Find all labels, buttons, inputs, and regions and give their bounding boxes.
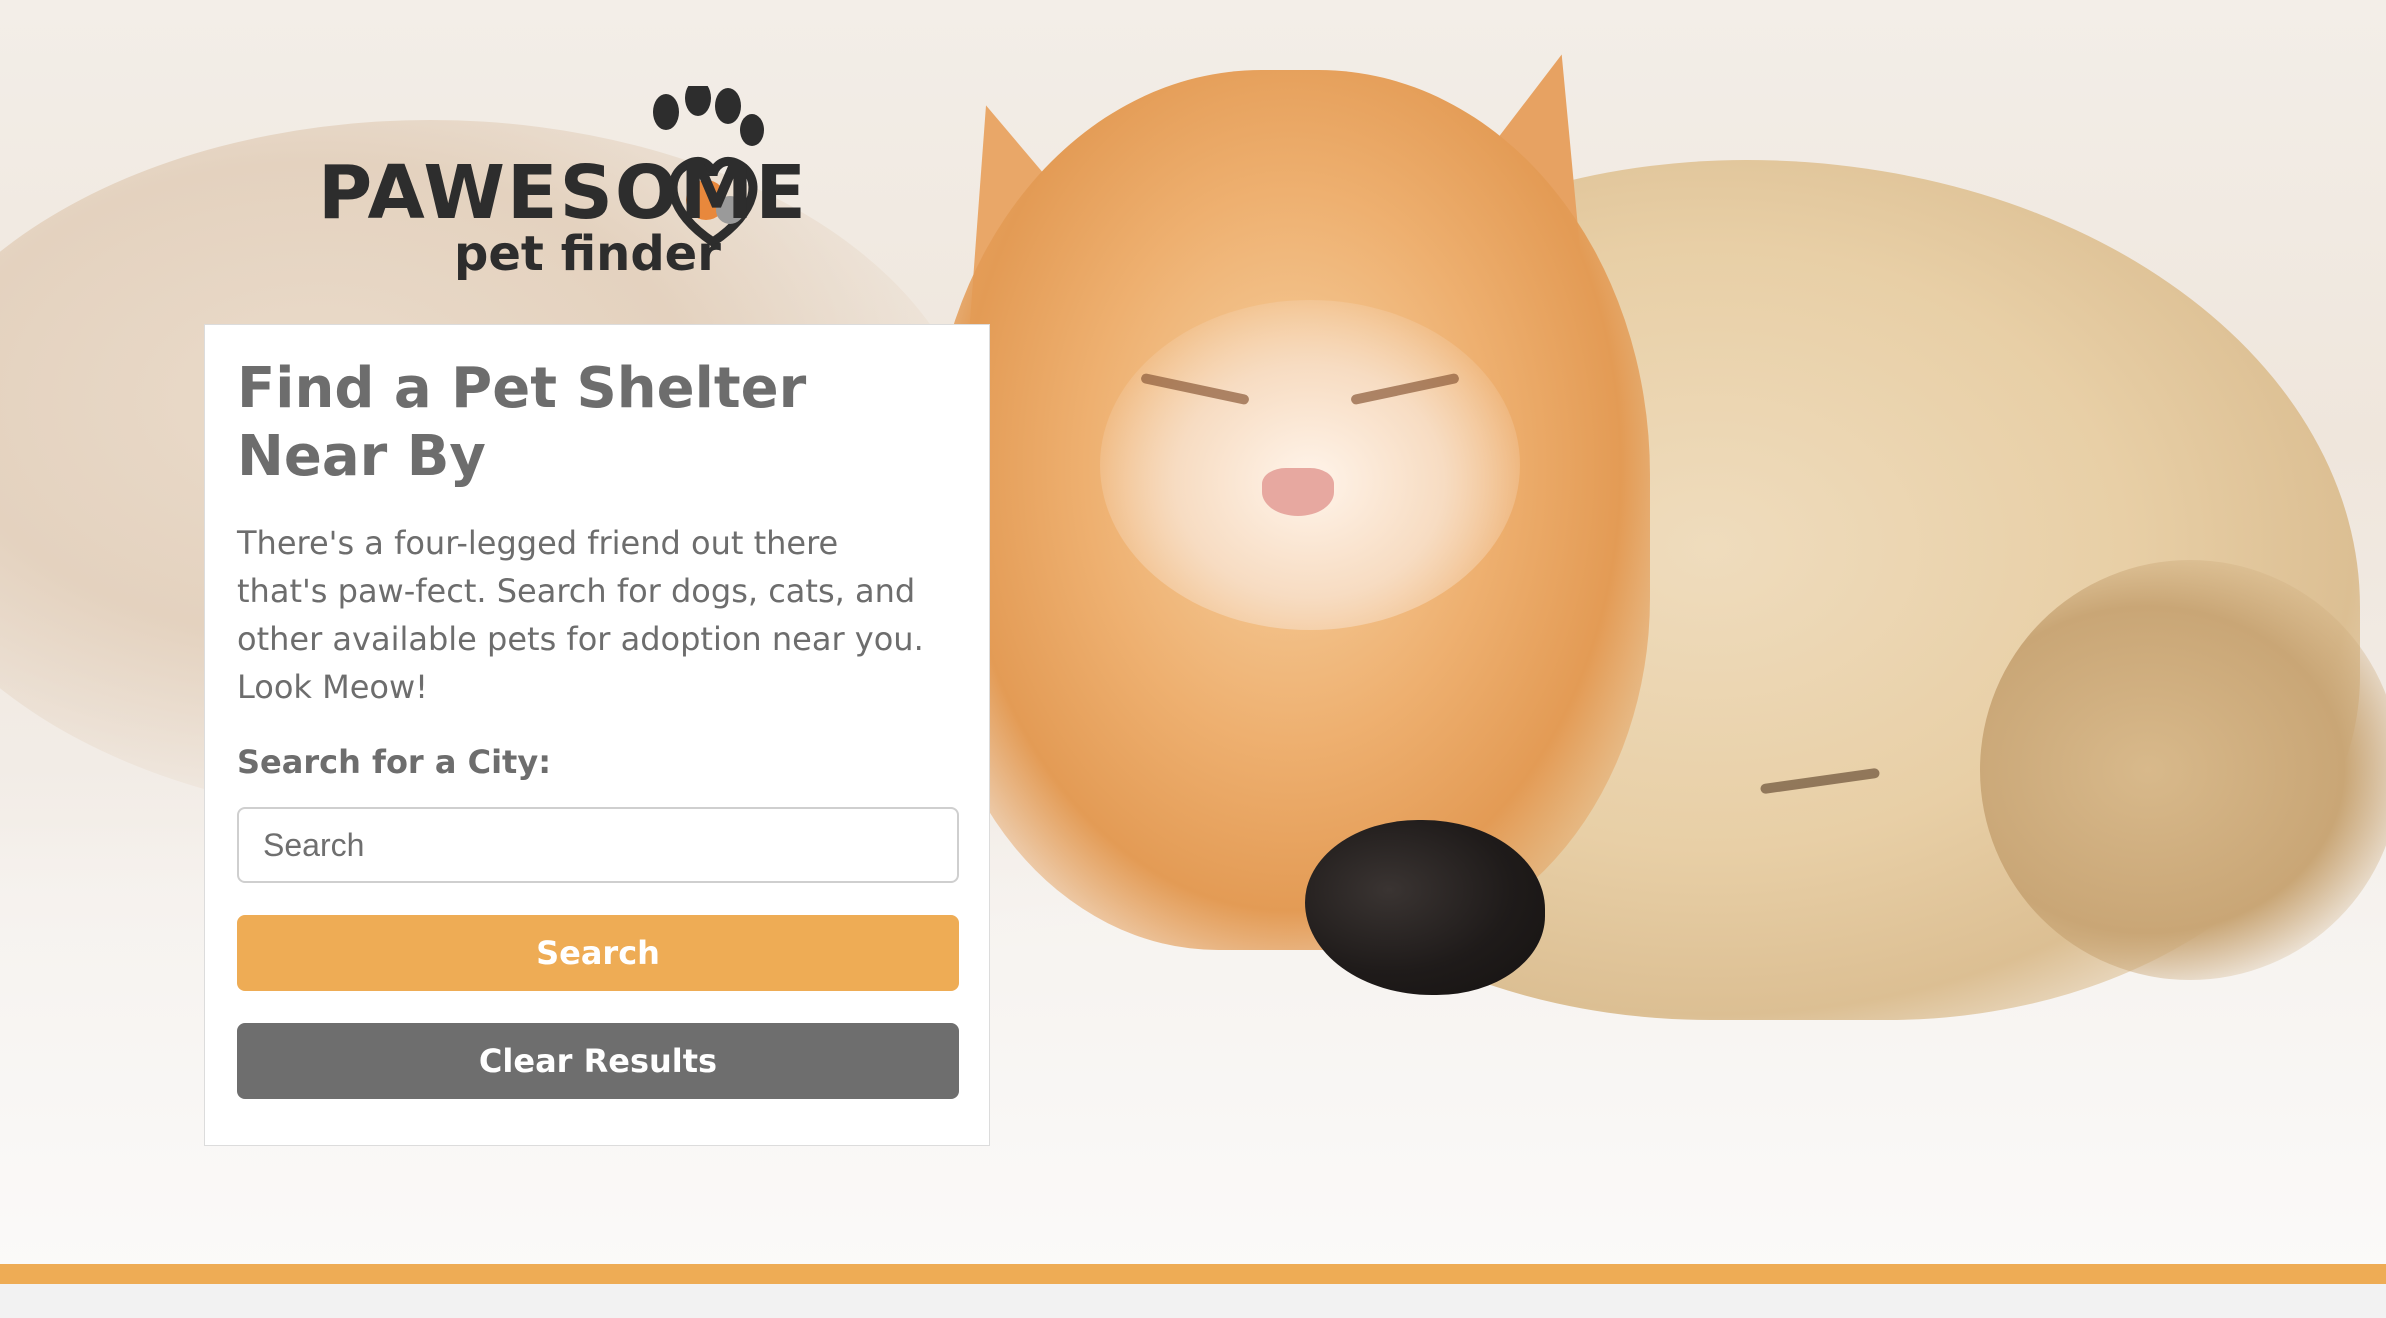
clear-results-button[interactable]: Clear Results: [237, 1023, 959, 1099]
search-city-label: Search for a City:: [237, 743, 551, 781]
site-logo[interactable]: PAWESOME pet finder: [318, 86, 878, 296]
city-search-input[interactable]: [237, 807, 959, 883]
logo-wordmark: PAWESOME: [318, 150, 808, 236]
footer-accent-bar: [0, 1264, 2386, 1284]
search-card: Find a Pet Shelter Near By There's a fou…: [204, 324, 990, 1146]
search-button[interactable]: Search: [237, 915, 959, 991]
footer: [0, 1284, 2386, 1318]
page-title: Find a Pet Shelter Near By: [237, 356, 807, 489]
logo-tagline: pet finder: [454, 226, 721, 282]
intro-text: There's a four-legged friend out there t…: [237, 524, 924, 706]
